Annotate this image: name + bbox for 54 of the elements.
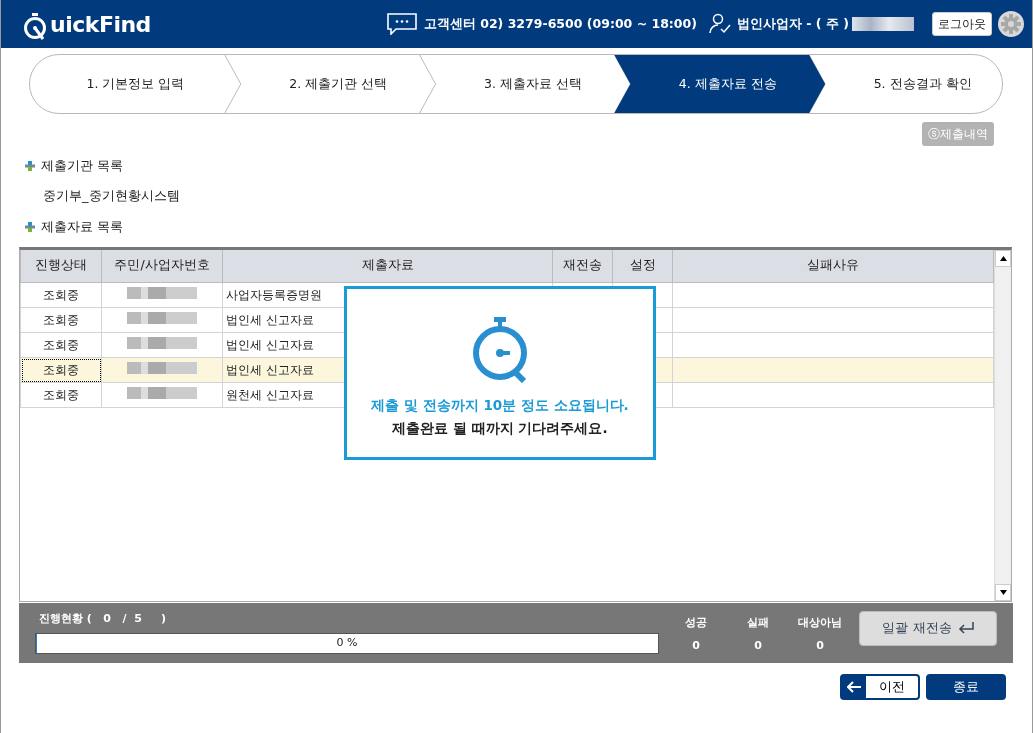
institution-item: 중기부_중기현황시스템 bbox=[43, 186, 181, 205]
section-title: 제출기관 목록 bbox=[41, 157, 124, 175]
stopwatch-icon bbox=[470, 316, 530, 383]
redacted-number bbox=[127, 312, 197, 324]
section-title: 제출자료 목록 bbox=[41, 218, 124, 236]
table-cell: 조회중 bbox=[20, 307, 102, 333]
down-triangle-icon bbox=[999, 589, 1007, 595]
logo-text: uickFind bbox=[50, 10, 151, 39]
table-cell: 조회중 bbox=[20, 282, 102, 308]
stat-value: 0 bbox=[691, 638, 701, 654]
redacted-number bbox=[127, 362, 197, 374]
column-header: 진행상태 bbox=[20, 249, 102, 283]
bullet-icon bbox=[25, 221, 35, 232]
stat-value: 0 bbox=[815, 638, 825, 654]
user-name: 법인사업자 - ( 주 ) bbox=[736, 14, 849, 33]
redacted-name bbox=[852, 17, 914, 31]
column-header: 설정 bbox=[612, 249, 673, 283]
return-icon bbox=[957, 622, 974, 634]
step-tab[interactable]: 2. 제출기관 선택 bbox=[289, 74, 388, 94]
scroll-up-button[interactable] bbox=[995, 249, 1011, 267]
back-arrow-icon bbox=[847, 680, 861, 693]
progress-label: 진행현황 ( 0 / 5 ) bbox=[39, 610, 167, 627]
step-tab[interactable]: 1. 기본정보 입력 bbox=[86, 74, 185, 94]
support-phone: 고객센터 02) 3279-6500 (09:00 ~ 18:00) bbox=[423, 14, 697, 33]
redacted-number bbox=[127, 287, 197, 299]
stat-label: 대상아님 bbox=[797, 614, 843, 631]
step-tab[interactable]: 4. 제출자료 전송 bbox=[614, 55, 826, 113]
step-tab[interactable]: 3. 제출자료 선택 bbox=[484, 74, 582, 94]
scroll-down-button[interactable] bbox=[995, 583, 1011, 601]
progress-reading: 0 % bbox=[336, 635, 358, 652]
bullet-icon bbox=[25, 160, 35, 171]
table-cell: 조회중 bbox=[20, 382, 102, 408]
stat-value: 0 bbox=[753, 638, 763, 654]
column-header: 재전송 bbox=[552, 249, 613, 283]
previous-button[interactable]: 이전 bbox=[840, 673, 920, 700]
column-header: 주민/사업자번호 bbox=[101, 249, 223, 283]
step-tab[interactable]: 5. 전송결과 확인 bbox=[873, 74, 972, 94]
column-header: 실패사유 bbox=[672, 249, 994, 283]
stat-label: 성공 bbox=[684, 614, 708, 631]
redacted-number bbox=[127, 337, 197, 349]
table-cell: 조회중 bbox=[20, 332, 102, 358]
table-cell: 조회중 bbox=[20, 357, 102, 383]
column-header: 제출자료 bbox=[222, 249, 553, 283]
up-triangle-icon bbox=[999, 255, 1007, 261]
resend-all-button[interactable]: 일괄 재전송 bbox=[859, 610, 997, 646]
chat-icon bbox=[385, 13, 418, 35]
notice-text: 제출완료 될 때까지 기다려주세요. bbox=[392, 418, 608, 438]
user-check-icon bbox=[708, 13, 731, 35]
redacted-number bbox=[127, 387, 197, 399]
stopwatch-logo-icon bbox=[23, 12, 47, 41]
settings-icon[interactable] bbox=[998, 11, 1024, 37]
stat-label: 실패 bbox=[746, 614, 770, 631]
logout-button[interactable]: 로그아웃 bbox=[932, 12, 992, 36]
close-button[interactable]: 종료 bbox=[926, 673, 1006, 700]
